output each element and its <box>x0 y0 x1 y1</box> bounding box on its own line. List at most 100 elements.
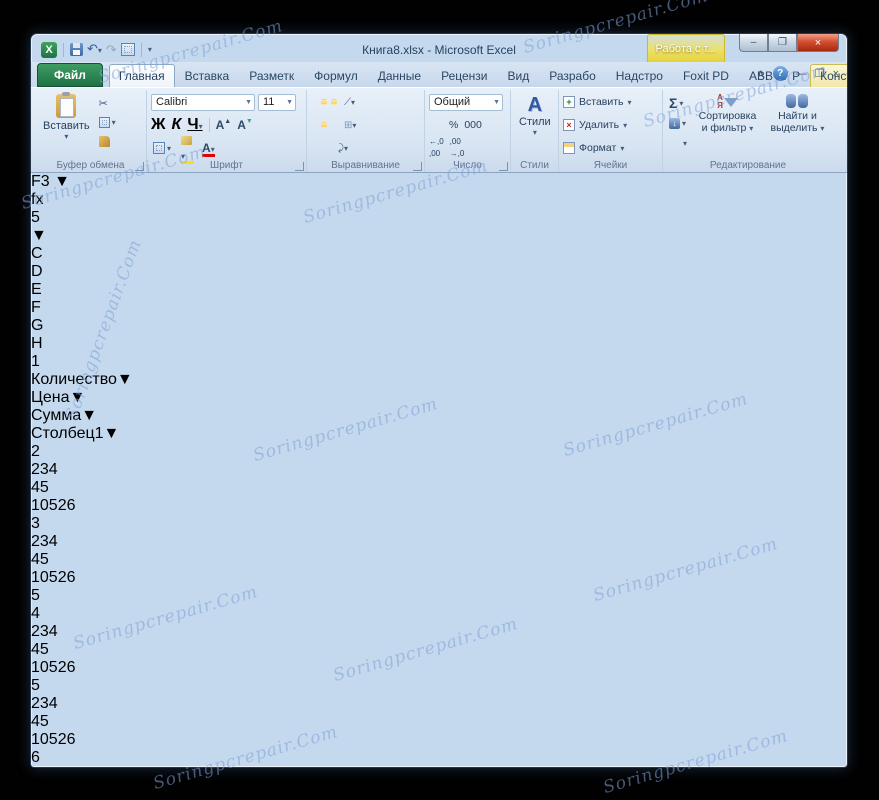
cell-quantity[interactable]: 234 <box>31 767 847 768</box>
cell-price[interactable]: 45 <box>31 641 847 659</box>
help-icon[interactable]: ? <box>773 66 788 81</box>
name-box-dropdown-icon[interactable]: ▼ <box>54 173 70 190</box>
cell-price[interactable]: 45 <box>31 713 847 731</box>
workbook-minimize-icon[interactable]: — <box>796 68 807 80</box>
collapse-ribbon-icon[interactable]: ∧ <box>757 67 765 80</box>
fill-icon[interactable]: ↓▾ <box>667 115 689 131</box>
cell-sum[interactable]: Сумма▼ <box>31 407 847 425</box>
column-header-G[interactable]: G <box>31 317 97 335</box>
row-number[interactable]: 2 <box>31 443 847 461</box>
name-box[interactable]: F3 ▼ <box>31 173 847 191</box>
cell-newcol[interactable]: 5 <box>31 587 847 605</box>
borders-button[interactable]: ▾ <box>151 140 173 156</box>
fx-icon[interactable]: fx <box>31 191 43 208</box>
close-button[interactable]: × <box>797 34 839 52</box>
wrap-text-icon[interactable]: ⤸▾ <box>335 140 351 157</box>
ribbon-tab-разметк[interactable]: Разметк <box>239 64 304 87</box>
align-right-icon[interactable] <box>331 122 337 128</box>
align-bottom-icon[interactable] <box>331 99 337 105</box>
filter-dropdown-icon[interactable]: ▼ <box>104 425 120 442</box>
insert-cells-button[interactable]: + Вставить▾ <box>563 92 658 112</box>
ribbon-tab-разрабо[interactable]: Разрабо <box>539 64 606 87</box>
bold-button[interactable]: Ж <box>151 116 165 134</box>
workbook-restore-icon[interactable]: ❐ <box>815 67 825 80</box>
align-middle-icon[interactable] <box>321 99 327 105</box>
grow-font-button[interactable]: А▲ <box>216 118 232 132</box>
ribbon-tab-главная[interactable]: Главная <box>109 64 175 87</box>
find-select-button[interactable]: Найти ивыделить ▾ <box>766 92 829 158</box>
ribbon-tab-foxit-pd[interactable]: Foxit PD <box>673 64 739 87</box>
styles-button[interactable]: A Стили ▾ <box>515 92 555 158</box>
italic-button[interactable]: К <box>171 116 181 134</box>
row-number[interactable]: 5 <box>31 677 847 695</box>
increase-indent-icon[interactable] <box>323 145 329 151</box>
cell-price[interactable]: Цена▼ <box>31 389 847 407</box>
cell-quantity[interactable]: Количество▼ <box>31 371 847 389</box>
restore-button[interactable]: ❐ <box>768 34 797 52</box>
row-number[interactable]: 3 <box>31 515 847 533</box>
font-dialog-launcher[interactable] <box>295 162 304 171</box>
cell-newcol[interactable]: Столбец1▼ <box>31 425 847 443</box>
ribbon-tab-формул[interactable]: Формул <box>304 64 368 87</box>
paste-button[interactable]: Вставить ▾ <box>39 92 94 158</box>
cell-quantity[interactable]: 234 <box>31 533 847 551</box>
number-dialog-launcher[interactable] <box>499 162 508 171</box>
cell-price[interactable]: 45 <box>31 551 847 569</box>
percent-format-icon[interactable]: % <box>449 119 458 131</box>
decrease-decimal-icon[interactable]: ,00→,0 <box>450 136 465 160</box>
ribbon-tab-вид[interactable]: Вид <box>498 64 540 87</box>
number-format-combo[interactable]: Общий▼ <box>429 94 503 111</box>
cell-price[interactable]: 45 <box>31 479 847 497</box>
column-header-F[interactable]: F <box>31 299 158 317</box>
orientation-icon[interactable]: ⟋▾ <box>341 94 358 111</box>
cell-quantity[interactable]: 234 <box>31 461 847 479</box>
currency-format-icon[interactable] <box>429 119 443 131</box>
cell-sum[interactable]: 10526 <box>31 731 847 749</box>
cell-quantity[interactable]: 234 <box>31 623 847 641</box>
font-size-combo[interactable]: 11▼ <box>258 94 296 111</box>
formula-bar-expand-icon[interactable]: ▼ <box>31 227 847 245</box>
column-header-D[interactable]: D <box>31 263 185 281</box>
formula-input[interactable]: 5 <box>31 209 847 227</box>
format-painter-icon[interactable] <box>97 133 118 149</box>
minimize-button[interactable]: – <box>739 34 768 52</box>
copy-icon[interactable]: ▾ <box>97 114 118 130</box>
cell-sum[interactable]: 10526 <box>31 659 847 677</box>
undo-icon[interactable]: ↶▾ <box>87 42 102 58</box>
redo-icon[interactable]: ↷ <box>106 43 117 57</box>
row-number[interactable]: 6 <box>31 749 847 767</box>
underline-button[interactable]: Ч▾ <box>187 116 202 134</box>
delete-cells-button[interactable]: × Удалить▾ <box>563 115 658 135</box>
thousands-format-icon[interactable]: 000 <box>464 119 482 131</box>
font-color-button[interactable]: А▾ <box>202 141 215 155</box>
sort-filter-button[interactable]: АЯ Сортировкаи фильтр ▾ <box>692 92 763 158</box>
increase-decimal-icon[interactable]: ←,0,00 <box>429 136 444 160</box>
font-name-combo[interactable]: Calibri▼ <box>151 94 255 111</box>
clipboard-dialog-launcher[interactable] <box>135 162 144 171</box>
ribbon-tab-рецензи[interactable]: Рецензи <box>431 64 497 87</box>
merge-center-icon[interactable]: ⊞▾ <box>341 117 359 134</box>
excel-logo-icon[interactable]: X <box>41 42 57 58</box>
row-number[interactable]: 1 <box>31 353 847 371</box>
filter-dropdown-icon[interactable]: ▼ <box>117 371 133 388</box>
cell-sum[interactable]: 10526 <box>31 497 847 515</box>
filter-dropdown-icon[interactable]: ▼ <box>81 407 97 424</box>
ribbon-tab-файл[interactable]: Файл <box>37 63 103 87</box>
workbook-close-icon[interactable]: × <box>833 68 839 80</box>
ribbon-tab-данные[interactable]: Данные <box>368 64 431 87</box>
qat-customize-icon[interactable]: ▾ <box>148 45 152 54</box>
column-header-H[interactable]: H <box>31 335 97 353</box>
column-header-E[interactable]: E <box>31 281 181 299</box>
cell-sum[interactable]: 10526 <box>31 569 847 587</box>
filter-dropdown-icon[interactable]: ▼ <box>69 389 85 406</box>
align-left-icon[interactable] <box>311 122 317 128</box>
cell-quantity[interactable]: 234 <box>31 695 847 713</box>
ribbon-tab-вставка[interactable]: Вставка <box>175 64 240 87</box>
format-cells-button[interactable]: Формат▾ <box>563 138 658 158</box>
fill-color-button[interactable]: ▾ <box>181 134 194 162</box>
row-number[interactable]: 4 <box>31 605 847 623</box>
cut-icon[interactable]: ✂ <box>97 95 118 111</box>
autosum-icon[interactable]: Σ▾ <box>667 95 689 111</box>
clear-icon[interactable]: ▾ <box>667 135 689 151</box>
quick-view-icon[interactable] <box>121 43 135 56</box>
